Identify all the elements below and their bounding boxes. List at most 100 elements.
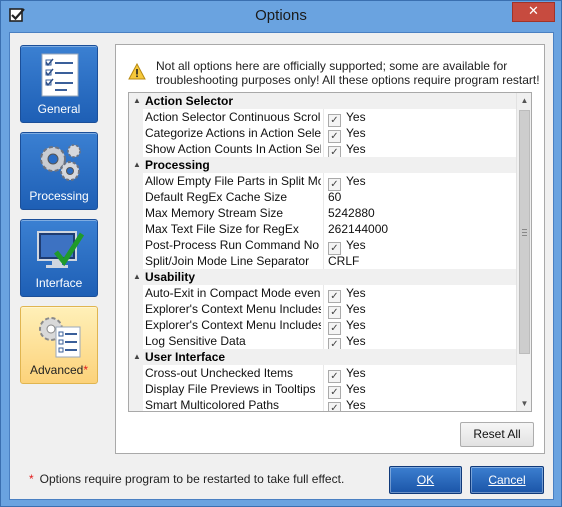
option-value-text: Yes (346, 126, 366, 140)
option-row[interactable]: Show Action Counts In Action Select ✓ Yes (129, 141, 516, 159)
category-row[interactable]: ▲ Usability (129, 269, 516, 285)
option-value-text: Yes (346, 174, 366, 188)
column-divider (323, 333, 324, 349)
option-name: Max Text File Size for RegEx (145, 222, 299, 236)
option-row[interactable]: Default RegEx Cache Size 60 (129, 189, 516, 205)
option-value[interactable]: ✓ Yes (328, 365, 516, 383)
option-row[interactable]: Max Memory Stream Size 5242880 (129, 205, 516, 221)
row-gutter (129, 125, 143, 141)
option-row[interactable]: Explorer's Context Menu Includes F ✓ Yes (129, 301, 516, 319)
collapse-toggle-icon[interactable]: ▲ (131, 269, 143, 285)
option-name: Display File Previews in Tooltips (145, 382, 316, 396)
gears-icon (40, 144, 81, 181)
option-row[interactable]: Max Text File Size for RegEx 262144000 (129, 221, 516, 237)
gear-checklist-icon (39, 317, 81, 358)
row-gutter (129, 317, 143, 333)
scroll-grip-icon (522, 229, 527, 236)
vertical-scrollbar[interactable]: ▲ ▼ (516, 93, 531, 411)
option-value[interactable]: ✓ Yes (328, 381, 516, 399)
column-divider (323, 397, 324, 411)
row-gutter (129, 237, 143, 253)
row-gutter (129, 381, 143, 397)
option-row[interactable]: Smart Multicolored Paths ✓ Yes (129, 397, 516, 412)
nav-processing-label: Processing (29, 189, 89, 203)
checklist-icon (41, 53, 79, 97)
option-row[interactable]: Cross-out Unchecked Items ✓ Yes (129, 365, 516, 383)
option-row[interactable]: Action Selector Continuous Scroll ✓ Yes (129, 109, 516, 127)
option-row[interactable]: Post-Process Run Command No Wi ✓ Yes (129, 237, 516, 255)
row-gutter (129, 205, 143, 221)
nav-interface-label: Interface (35, 276, 83, 290)
option-value[interactable]: CRLF (328, 253, 516, 269)
nav-general-button[interactable]: General (20, 45, 98, 123)
option-value-text: 262144000 (328, 222, 389, 236)
category-row[interactable]: ▲ Action Selector (129, 93, 516, 109)
row-gutter (129, 285, 143, 301)
collapse-toggle-icon[interactable]: ▲ (131, 157, 143, 173)
category-row[interactable]: ▲ Processing (129, 157, 516, 173)
option-row[interactable]: Allow Empty File Parts in Split Mode ✓ Yes (129, 173, 516, 191)
footnote-text: Options require program to be restarted … (39, 472, 345, 486)
nav-advanced-text: Advanced (29, 363, 84, 377)
option-value[interactable]: ✓ Yes (328, 285, 516, 303)
reset-all-button[interactable]: Reset All (460, 422, 534, 447)
option-checkbox[interactable]: ✓ (328, 402, 341, 411)
column-divider (323, 189, 324, 205)
cancel-button[interactable]: Cancel (470, 466, 544, 494)
category-label: Processing (145, 158, 210, 172)
option-value[interactable]: ✓ Yes (328, 317, 516, 335)
option-value[interactable]: ✓ Yes (328, 173, 516, 191)
option-row[interactable]: Categorize Actions in Action Selecto ✓ Yes (129, 125, 516, 143)
option-name: Split/Join Mode Line Separator (145, 254, 310, 268)
option-value[interactable]: ✓ Yes (328, 141, 516, 159)
option-value[interactable]: 5242880 (328, 205, 516, 221)
collapse-toggle-icon[interactable]: ▲ (131, 349, 143, 365)
option-value[interactable]: ✓ Yes (328, 109, 516, 127)
option-value[interactable]: ✓ Yes (328, 237, 516, 255)
nav-advanced-label: Advanced* (21, 363, 97, 377)
nav-processing-button[interactable]: Processing (20, 132, 98, 210)
scroll-up-arrow[interactable]: ▲ (517, 93, 531, 108)
option-name: Default RegEx Cache Size (145, 190, 288, 204)
option-name: Smart Multicolored Paths (145, 398, 280, 412)
option-row[interactable]: Split/Join Mode Line Separator CRLF (129, 253, 516, 269)
row-gutter (129, 189, 143, 205)
property-grid[interactable]: ▲ Action Selector Action Selector Continuo… (128, 92, 532, 412)
option-value-text: Yes (346, 142, 366, 156)
option-value-text: Yes (346, 238, 366, 252)
option-value[interactable]: ✓ Yes (328, 397, 516, 411)
monitor-check-icon (37, 231, 85, 268)
option-value[interactable]: 262144000 (328, 221, 516, 237)
nav-interface-button[interactable]: Interface (20, 219, 98, 297)
column-divider (323, 237, 324, 253)
option-name: Show Action Counts In Action Select (145, 142, 321, 156)
option-value[interactable]: ✓ Yes (328, 301, 516, 319)
option-row[interactable]: Explorer's Context Menu Includes F ✓ Yes (129, 317, 516, 335)
option-value-text: 60 (328, 190, 342, 204)
collapse-toggle-icon[interactable]: ▲ (131, 93, 143, 109)
option-row[interactable]: Display File Previews in Tooltips ✓ Yes (129, 381, 516, 399)
nav-advanced-button[interactable]: Advanced* (20, 306, 98, 384)
row-gutter (129, 109, 143, 125)
row-gutter (129, 221, 143, 237)
option-value[interactable]: ✓ Yes (328, 333, 516, 351)
option-value[interactable]: ✓ Yes (328, 125, 516, 143)
title-bar[interactable]: Options ✕ (1, 1, 561, 31)
option-name: Max Memory Stream Size (145, 206, 284, 220)
option-name: Explorer's Context Menu Includes F (145, 302, 321, 316)
option-row[interactable]: Log Sensitive Data ✓ Yes (129, 333, 516, 351)
option-value-text: Yes (346, 302, 366, 316)
column-divider (323, 141, 324, 157)
close-button[interactable]: ✕ (512, 2, 555, 22)
footnote-marker: * (29, 472, 34, 486)
option-row[interactable]: Auto-Exit in Compact Mode even if ✓ Yes (129, 285, 516, 303)
restart-footnote: * Options require program to be restarted… (29, 472, 344, 486)
option-name: Post-Process Run Command No Wi (145, 238, 321, 252)
scroll-down-arrow[interactable]: ▼ (517, 396, 531, 411)
ok-button[interactable]: OK (389, 466, 462, 494)
scroll-thumb[interactable] (519, 110, 530, 354)
category-row[interactable]: ▲ User Interface (129, 349, 516, 365)
option-value[interactable]: 60 (328, 189, 516, 205)
row-gutter (129, 333, 143, 349)
option-name: Categorize Actions in Action Selecto (145, 126, 321, 140)
